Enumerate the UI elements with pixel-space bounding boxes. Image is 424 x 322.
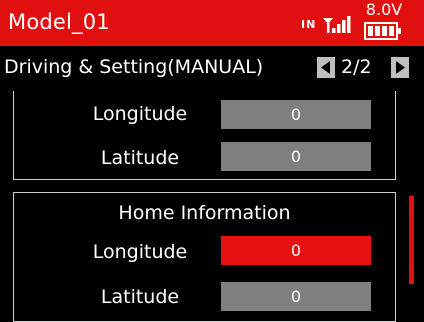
scrollbar[interactable] — [409, 196, 414, 284]
row-label: Longitude — [92, 241, 188, 263]
row-label: Latitude — [100, 147, 180, 169]
home-latitude-value-field[interactable]: 0 — [221, 282, 371, 311]
battery-icon — [364, 22, 401, 40]
latitude-value-field[interactable]: 0 — [221, 142, 371, 171]
battery-status: 8.0V — [360, 2, 410, 44]
screen-header: Driving & Setting(MANUAL) 2/2 — [0, 46, 424, 86]
row-label: Longitude — [92, 103, 188, 125]
next-page-button[interactable] — [391, 57, 409, 78]
page-indicator: 2/2 — [341, 56, 372, 78]
triangle-left-icon — [321, 61, 330, 74]
home-info-panel: Home Information Longitude 0 Latitude 0 — [13, 192, 396, 322]
title-bar: Model_01 IN 8.0V — [0, 0, 424, 46]
row-label: Latitude — [100, 286, 180, 308]
longitude-value-field[interactable]: 0 — [221, 100, 371, 129]
section-title: Home Information — [118, 202, 291, 224]
battery-voltage: 8.0V — [365, 0, 403, 19]
home-longitude-value-field[interactable]: 0 — [221, 236, 371, 265]
screen-title: Driving & Setting(MANUAL) — [4, 56, 264, 78]
signal-strength-icon: IN — [301, 12, 353, 34]
triangle-right-icon — [396, 61, 405, 74]
prev-page-button[interactable] — [317, 57, 335, 78]
model-name: Model_01 — [8, 10, 110, 34]
gps-info-panel: Longitude 0 Latitude 0 — [13, 91, 396, 180]
